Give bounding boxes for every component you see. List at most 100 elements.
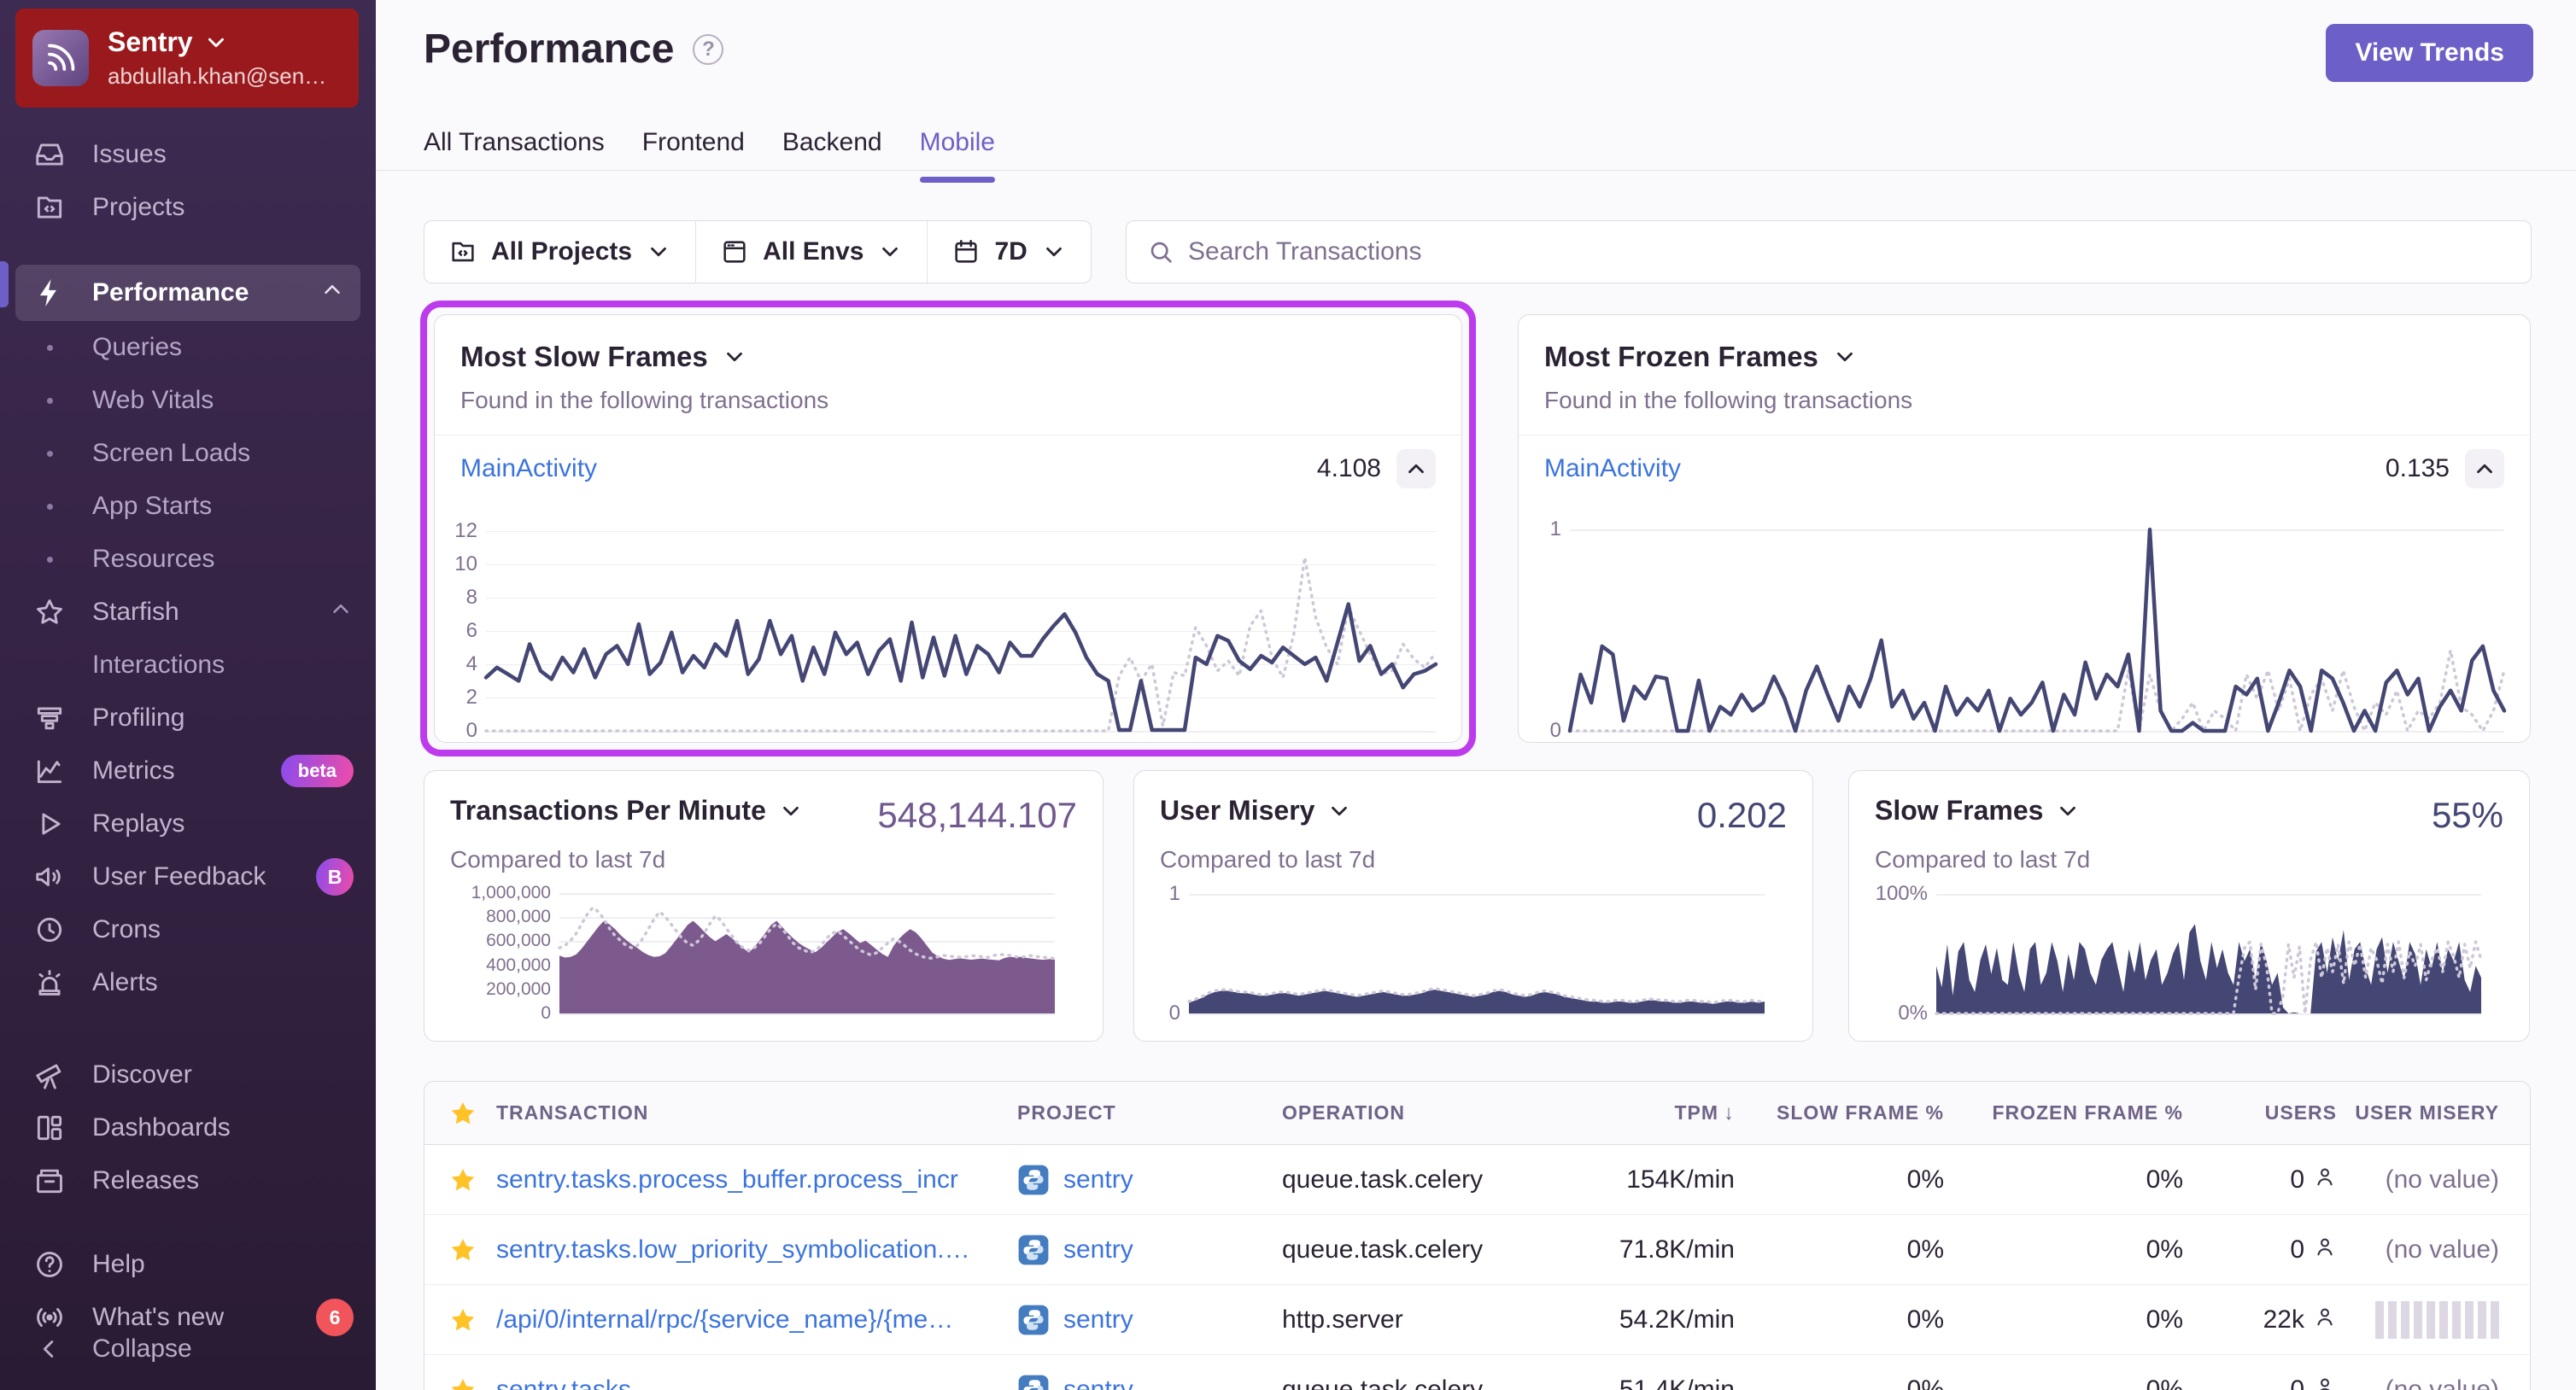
- main-content: Performance ? View Trends All Transactio…: [376, 0, 2576, 1390]
- transaction-link[interactable]: sentry.tasks.…: [496, 1375, 1017, 1390]
- projects-icon: [452, 242, 474, 262]
- column-label: TPM: [1674, 1101, 1718, 1124]
- axis-tick-label: 10: [454, 552, 477, 575]
- bullet-icon: [31, 557, 68, 563]
- column-header-operation[interactable]: OPERATION: [1282, 1101, 1590, 1124]
- axis-tick-label: 600,000: [486, 931, 551, 951]
- column-header-transaction[interactable]: TRANSACTION: [496, 1101, 1017, 1124]
- sidebar-item-queries[interactable]: Queries: [0, 321, 376, 374]
- table-row[interactable]: /api/0/internal/rpc/{service_name}/{me… s…: [424, 1285, 2530, 1355]
- tpm-dropdown[interactable]: Transactions Per Minute: [450, 795, 804, 826]
- favorite-star-button[interactable]: [448, 1235, 496, 1264]
- sidebar-item-resources[interactable]: Resources: [0, 533, 376, 586]
- sidebar-item-releases[interactable]: Releases: [0, 1154, 376, 1207]
- sidebar-item-web-vitals[interactable]: Web Vitals: [0, 374, 376, 427]
- help-icon[interactable]: ?: [693, 33, 724, 65]
- sidebar-item-screen-loads[interactable]: Screen Loads: [0, 427, 376, 480]
- project-cell[interactable]: sentry: [1017, 1164, 1282, 1196]
- python-project-icon: [1018, 1165, 1049, 1194]
- most-frozen-frames-dropdown[interactable]: Most Frozen Frames: [1544, 341, 2504, 373]
- chevron-up-icon: [319, 277, 345, 309]
- chevron-down-icon: [882, 247, 899, 257]
- org-name: Sentry: [108, 26, 193, 57]
- tab-all-transactions[interactable]: All Transactions: [424, 128, 605, 179]
- column-header-tpm[interactable]: TPM ↓: [1590, 1101, 1735, 1125]
- sidebar-item-replays[interactable]: Replays: [0, 797, 376, 850]
- favorite-star-button[interactable]: [448, 1305, 496, 1335]
- view-trends-button[interactable]: View Trends: [2326, 24, 2533, 82]
- gridline: [1189, 1013, 1765, 1015]
- sidebar-item-issues[interactable]: Issues: [0, 128, 376, 181]
- user-misery-cell: [2337, 1300, 2499, 1339]
- transaction-link[interactable]: sentry.tasks.low_priority_symbolication.…: [496, 1235, 1017, 1264]
- table-row[interactable]: sentry.tasks.process_buffer.process_incr…: [424, 1145, 2530, 1215]
- project-cell[interactable]: sentry: [1017, 1374, 1282, 1390]
- axis-tick-label: 0: [465, 719, 477, 742]
- transaction-link[interactable]: MainActivity: [460, 454, 597, 483]
- sidebar-item-crons[interactable]: Crons: [0, 903, 376, 956]
- card-subtitle: Found in the following transactions: [1544, 387, 1913, 413]
- column-header-slow[interactable]: SLOW FRAME %: [1735, 1101, 1944, 1124]
- axis-tick-label: 100%: [1875, 882, 1928, 906]
- users-cell: 22k: [2183, 1304, 2337, 1336]
- no-value-label: (no value): [2385, 1375, 2499, 1390]
- sidebar-item-app-starts[interactable]: App Starts: [0, 480, 376, 533]
- slow-frames-dropdown[interactable]: Slow Frames: [1875, 795, 2081, 826]
- sidebar-item-label: App Starts: [92, 492, 213, 520]
- users-count: 0: [2290, 1235, 2304, 1264]
- project-cell[interactable]: sentry: [1017, 1234, 1282, 1266]
- most-slow-frames-dropdown[interactable]: Most Slow Frames: [460, 341, 1436, 373]
- column-label: OPERATION: [1282, 1101, 1406, 1124]
- tab-mobile[interactable]: Mobile: [919, 128, 996, 183]
- transaction-link[interactable]: /api/0/internal/rpc/{service_name}/{me…: [496, 1305, 1017, 1335]
- sidebar-item-label: Replays: [92, 809, 185, 838]
- column-header-star[interactable]: [448, 1099, 496, 1128]
- sidebar-item-dashboards[interactable]: Dashboards: [0, 1101, 376, 1154]
- sidebar-item-profiling[interactable]: Profiling: [0, 692, 376, 745]
- sidebar-item-help[interactable]: Help: [0, 1238, 376, 1291]
- sidebar-item-projects[interactable]: Projects: [0, 181, 376, 234]
- sidebar-item-performance[interactable]: Performance: [15, 265, 360, 321]
- date-range-filter[interactable]: 7D: [927, 221, 1090, 283]
- axis-tick-label: 8: [465, 585, 477, 609]
- favorite-star-button[interactable]: [448, 1165, 496, 1194]
- collapse-chart-button[interactable]: [1396, 449, 1436, 488]
- project-filter[interactable]: All Projects: [424, 221, 695, 283]
- siren-icon: [31, 964, 68, 1002]
- column-header-misery[interactable]: USER MISERY: [2337, 1101, 2499, 1124]
- tab-frontend[interactable]: Frontend: [642, 128, 745, 179]
- environment-filter[interactable]: All Envs: [695, 221, 927, 283]
- user-misery-dropdown[interactable]: User Misery: [1160, 795, 1352, 826]
- sidebar-item-starfish[interactable]: Starfish: [0, 586, 376, 639]
- sidebar-item-user-feedback[interactable]: User Feedback B: [0, 850, 376, 903]
- chevron-down-icon: [651, 247, 666, 257]
- sidebar-item-interactions[interactable]: Interactions: [0, 639, 376, 692]
- favorite-star-button[interactable]: [448, 1375, 496, 1390]
- project-cell[interactable]: sentry: [1017, 1304, 1282, 1336]
- transaction-link[interactable]: sentry.tasks.process_buffer.process_incr: [496, 1165, 1017, 1194]
- sidebar-item-metrics[interactable]: Metrics beta: [0, 745, 376, 797]
- org-switcher[interactable]: Sentry abdullah.khan@sen…: [15, 9, 359, 108]
- axis-tick-label: 1: [1549, 517, 1561, 541]
- project-name: sentry: [1063, 1305, 1133, 1334]
- collapse-chart-button[interactable]: [2465, 449, 2504, 488]
- sidebar-item-label: Interactions: [92, 651, 225, 679]
- sidebar-nav: Issues Projects Performance Queries Web Vita…: [0, 128, 376, 1336]
- sidebar-collapse-button[interactable]: Collapse: [0, 1322, 376, 1376]
- no-value-label: (no value): [2385, 1165, 2499, 1194]
- table-row[interactable]: sentry.tasks.… sentry queue.task.celery 51.…: [424, 1355, 2530, 1390]
- tab-backend[interactable]: Backend: [782, 128, 882, 179]
- transaction-link[interactable]: MainActivity: [1544, 454, 1681, 483]
- sidebar-item-discover[interactable]: Discover: [0, 1048, 376, 1101]
- column-header-users[interactable]: USERS: [2183, 1101, 2337, 1124]
- table-header-row: TRANSACTION PROJECT OPERATION TPM ↓ SLOW FRAM…: [424, 1082, 2530, 1145]
- project-name: sentry: [1063, 1235, 1133, 1264]
- column-header-project[interactable]: PROJECT: [1017, 1101, 1282, 1124]
- search-input[interactable]: [1188, 237, 2510, 266]
- column-header-frozen[interactable]: FROZEN FRAME %: [1944, 1101, 2183, 1124]
- bullet-icon: [31, 663, 68, 669]
- nav-gap: [0, 1207, 376, 1238]
- sidebar-item-alerts[interactable]: Alerts: [0, 956, 376, 1009]
- person-icon: [2313, 1304, 2337, 1336]
- table-row[interactable]: sentry.tasks.low_priority_symbolication.…: [424, 1215, 2530, 1285]
